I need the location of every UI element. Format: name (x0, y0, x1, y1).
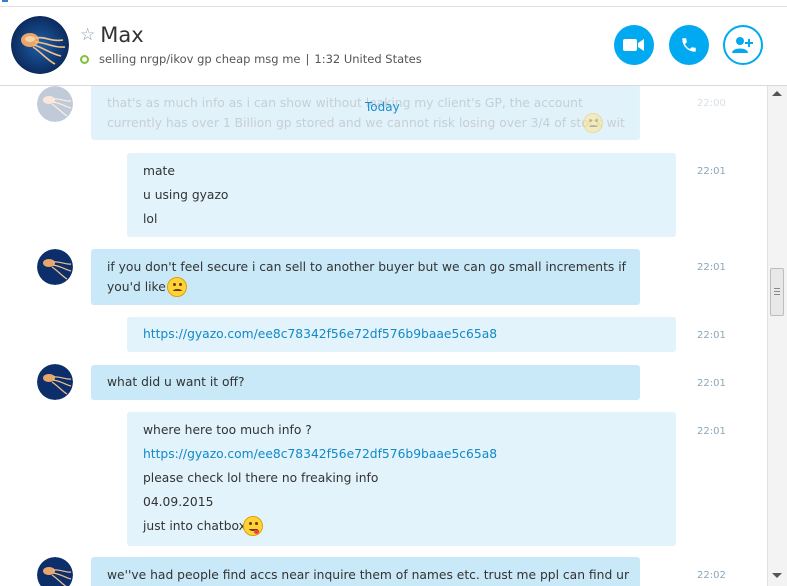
scrollbar-thumb[interactable] (770, 268, 784, 316)
jellyfish-avatar-image (11, 16, 69, 74)
thumb-grip (774, 288, 780, 289)
thumb-grip (774, 291, 780, 292)
chat-scrollbar[interactable] (767, 86, 787, 586)
message-time: 22:01 (697, 330, 726, 341)
day-divider: Today (365, 100, 400, 114)
mood-message: selling nrgp/ikov gp cheap msg me (99, 52, 301, 66)
message-line: mate (143, 164, 175, 178)
message-line: lol (143, 212, 158, 226)
message-line: if you don't feel secure i can sell to a… (107, 260, 626, 274)
tongue-out-emoticon-icon (243, 516, 263, 536)
mood-separator: | (305, 52, 310, 66)
message-bubble-outgoing[interactable]: where here too much info ? https://gyazo… (127, 412, 676, 546)
message-time: 22:00 (697, 98, 726, 109)
jellyfish-avatar-image (37, 86, 73, 122)
message-bubble-incoming[interactable]: if you don't feel secure i can sell to a… (91, 249, 640, 305)
video-call-button[interactable] (614, 25, 654, 65)
message-line: where here too much info ? (143, 423, 312, 437)
message-line: please check lol there no freaking info (143, 471, 379, 485)
message-time: 22:01 (697, 378, 726, 389)
message-time: 22:01 (697, 426, 726, 437)
message-line: that's as much info as i can show withou… (107, 96, 583, 110)
message-bubble-incoming[interactable]: we''ve had people find accs near inquire… (91, 557, 640, 586)
thumb-grip (774, 294, 780, 295)
message-bubble-outgoing[interactable]: https://gyazo.com/ee8c78342f56e72df576b9… (127, 317, 676, 352)
phone-icon (682, 38, 696, 52)
contact-avatar-small[interactable] (37, 86, 73, 122)
contact-avatar-small[interactable] (37, 557, 73, 586)
worried-emoticon-icon (167, 277, 187, 297)
message-time: 22:01 (697, 166, 726, 177)
online-status-icon (80, 54, 89, 64)
contact-local-time: 1:32 United States (314, 52, 422, 66)
video-call-icon (623, 39, 644, 51)
message-line: what did u want it off? (107, 375, 245, 389)
jellyfish-avatar-image (37, 364, 73, 400)
contact-mood-row: selling nrgp/ikov gp cheap msg me | 1:32… (80, 52, 422, 66)
contact-name-row: ☆ Max (80, 23, 144, 47)
jellyfish-avatar-image (37, 249, 73, 285)
message-bubble-outgoing[interactable]: mate u using gyazo lol (127, 153, 676, 237)
message-line: just into chatbox (143, 519, 246, 533)
add-contact-icon (732, 37, 753, 53)
contact-name: Max (100, 23, 144, 47)
message-bubble-incoming[interactable]: what did u want it off? (91, 365, 640, 400)
window-corner-mark (2, 0, 8, 2)
contact-avatar-small[interactable] (37, 364, 73, 400)
message-time: 22:02 (697, 570, 726, 581)
message-line: u using gyazo (143, 188, 229, 202)
star-icon[interactable]: ☆ (80, 25, 95, 45)
jellyfish-avatar-image (37, 557, 73, 586)
message-link[interactable]: https://gyazo.com/ee8c78342f56e72df576b9… (143, 447, 497, 461)
message-line: currently has over 1 Billion gp stored a… (107, 116, 625, 130)
add-participant-button[interactable] (723, 25, 763, 65)
audio-call-button[interactable] (669, 25, 709, 65)
window-top-strip (0, 0, 787, 7)
contact-avatar[interactable] (11, 16, 69, 74)
message-line: you'd like (107, 280, 166, 294)
message-line: 04.09.2015 (143, 495, 214, 509)
sad-emoticon-icon (583, 113, 603, 133)
scroll-up-arrow-icon[interactable] (772, 91, 782, 96)
conversation-history[interactable]: that's as much info as i can show withou… (0, 86, 767, 586)
message-time: 22:01 (697, 262, 726, 273)
message-line: we''ve had people find accs near inquire… (107, 568, 630, 582)
contact-avatar-small[interactable] (37, 249, 73, 285)
message-link[interactable]: https://gyazo.com/ee8c78342f56e72df576b9… (143, 327, 497, 341)
conversation-header: ☆ Max selling nrgp/ikov gp cheap msg me … (0, 7, 787, 86)
scroll-down-arrow-icon[interactable] (772, 573, 782, 578)
